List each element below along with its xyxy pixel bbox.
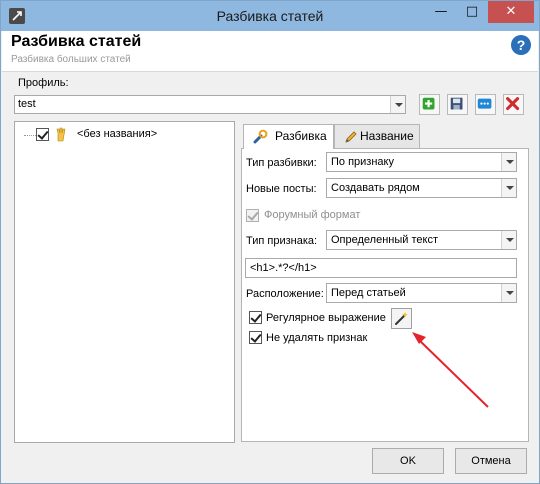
pattern-input[interactable]: <h1>.*?</h1> [245, 258, 517, 278]
tree-item-label[interactable]: <без названия> [77, 128, 157, 140]
forum-format-checkbox [246, 209, 259, 222]
keep-sign-label: Не удалять признак [266, 332, 368, 344]
annotation-arrow-icon [412, 332, 489, 408]
tab-split-label: Разбивка [275, 129, 327, 143]
profile-select[interactable]: test [14, 95, 406, 114]
regex-label: Регулярное выражение [266, 312, 386, 324]
new-posts-label: Новые посты: [246, 183, 317, 195]
save-profile-button[interactable] [447, 94, 468, 115]
new-posts-value: Создавать рядом [331, 182, 420, 194]
position-label: Расположение: [246, 288, 324, 300]
new-posts-select[interactable]: Создавать рядом [326, 178, 517, 198]
tab-split[interactable]: Разбивка [243, 124, 334, 149]
tree-item-checkbox[interactable] [36, 128, 49, 141]
pencil-icon [345, 131, 357, 143]
sign-type-select[interactable]: Определенный текст [326, 230, 517, 250]
split-type-label: Тип разбивки: [246, 157, 317, 169]
chevron-down-icon[interactable] [501, 231, 516, 249]
dialog-subtitle: Разбивка больших статей [11, 54, 131, 65]
profile-value: test [18, 98, 36, 110]
save-icon [450, 97, 463, 110]
split-type-value: По признаку [331, 156, 394, 168]
delete-profile-button[interactable] [503, 94, 524, 115]
tab-name[interactable]: Название [334, 124, 420, 148]
maximize-button[interactable]: □ [458, 1, 486, 23]
ok-button[interactable]: OK [372, 448, 444, 474]
position-select[interactable]: Перед статьей [326, 283, 517, 303]
forum-format-label: Форумный формат [264, 209, 361, 221]
title-bar[interactable]: Разбивка статей — □ ✕ [1, 1, 539, 31]
help-icon[interactable]: ? [510, 34, 532, 56]
profile-label: Профиль: [18, 77, 69, 89]
wrench-icon [253, 129, 268, 144]
chevron-down-icon[interactable] [390, 96, 405, 113]
more-icon [477, 98, 492, 109]
minimize-button[interactable]: — [427, 1, 455, 23]
chevron-down-icon[interactable] [501, 284, 516, 302]
dialog-header: Разбивка статей Разбивка больших статей … [2, 31, 538, 71]
keep-sign-checkbox[interactable] [249, 331, 262, 344]
chevron-down-icon[interactable] [501, 153, 516, 171]
split-type-select[interactable]: По признаку [326, 152, 517, 172]
articles-tree[interactable]: <без названия> [14, 121, 235, 443]
close-button[interactable]: ✕ [488, 1, 534, 23]
add-profile-button[interactable] [419, 94, 440, 115]
dialog-window: Разбивка статей — □ ✕ Разбивка статей Ра… [0, 0, 540, 484]
chevron-down-icon[interactable] [501, 179, 516, 197]
header-divider [2, 71, 538, 72]
delete-icon [506, 97, 520, 111]
svg-text:?: ? [517, 37, 526, 53]
sign-type-label: Тип признака: [246, 235, 318, 247]
hand-icon [56, 127, 66, 142]
add-icon [422, 97, 435, 110]
sign-type-value: Определенный текст [331, 234, 438, 246]
dialog-title: Разбивка статей [11, 33, 142, 50]
regex-checkbox[interactable] [249, 311, 262, 324]
pattern-value: <h1>.*?</h1> [250, 262, 317, 274]
tab-name-label: Название [360, 129, 414, 143]
position-value: Перед статьей [331, 287, 406, 299]
cancel-button[interactable]: Отмена [455, 448, 527, 474]
more-profile-button[interactable] [475, 94, 496, 115]
